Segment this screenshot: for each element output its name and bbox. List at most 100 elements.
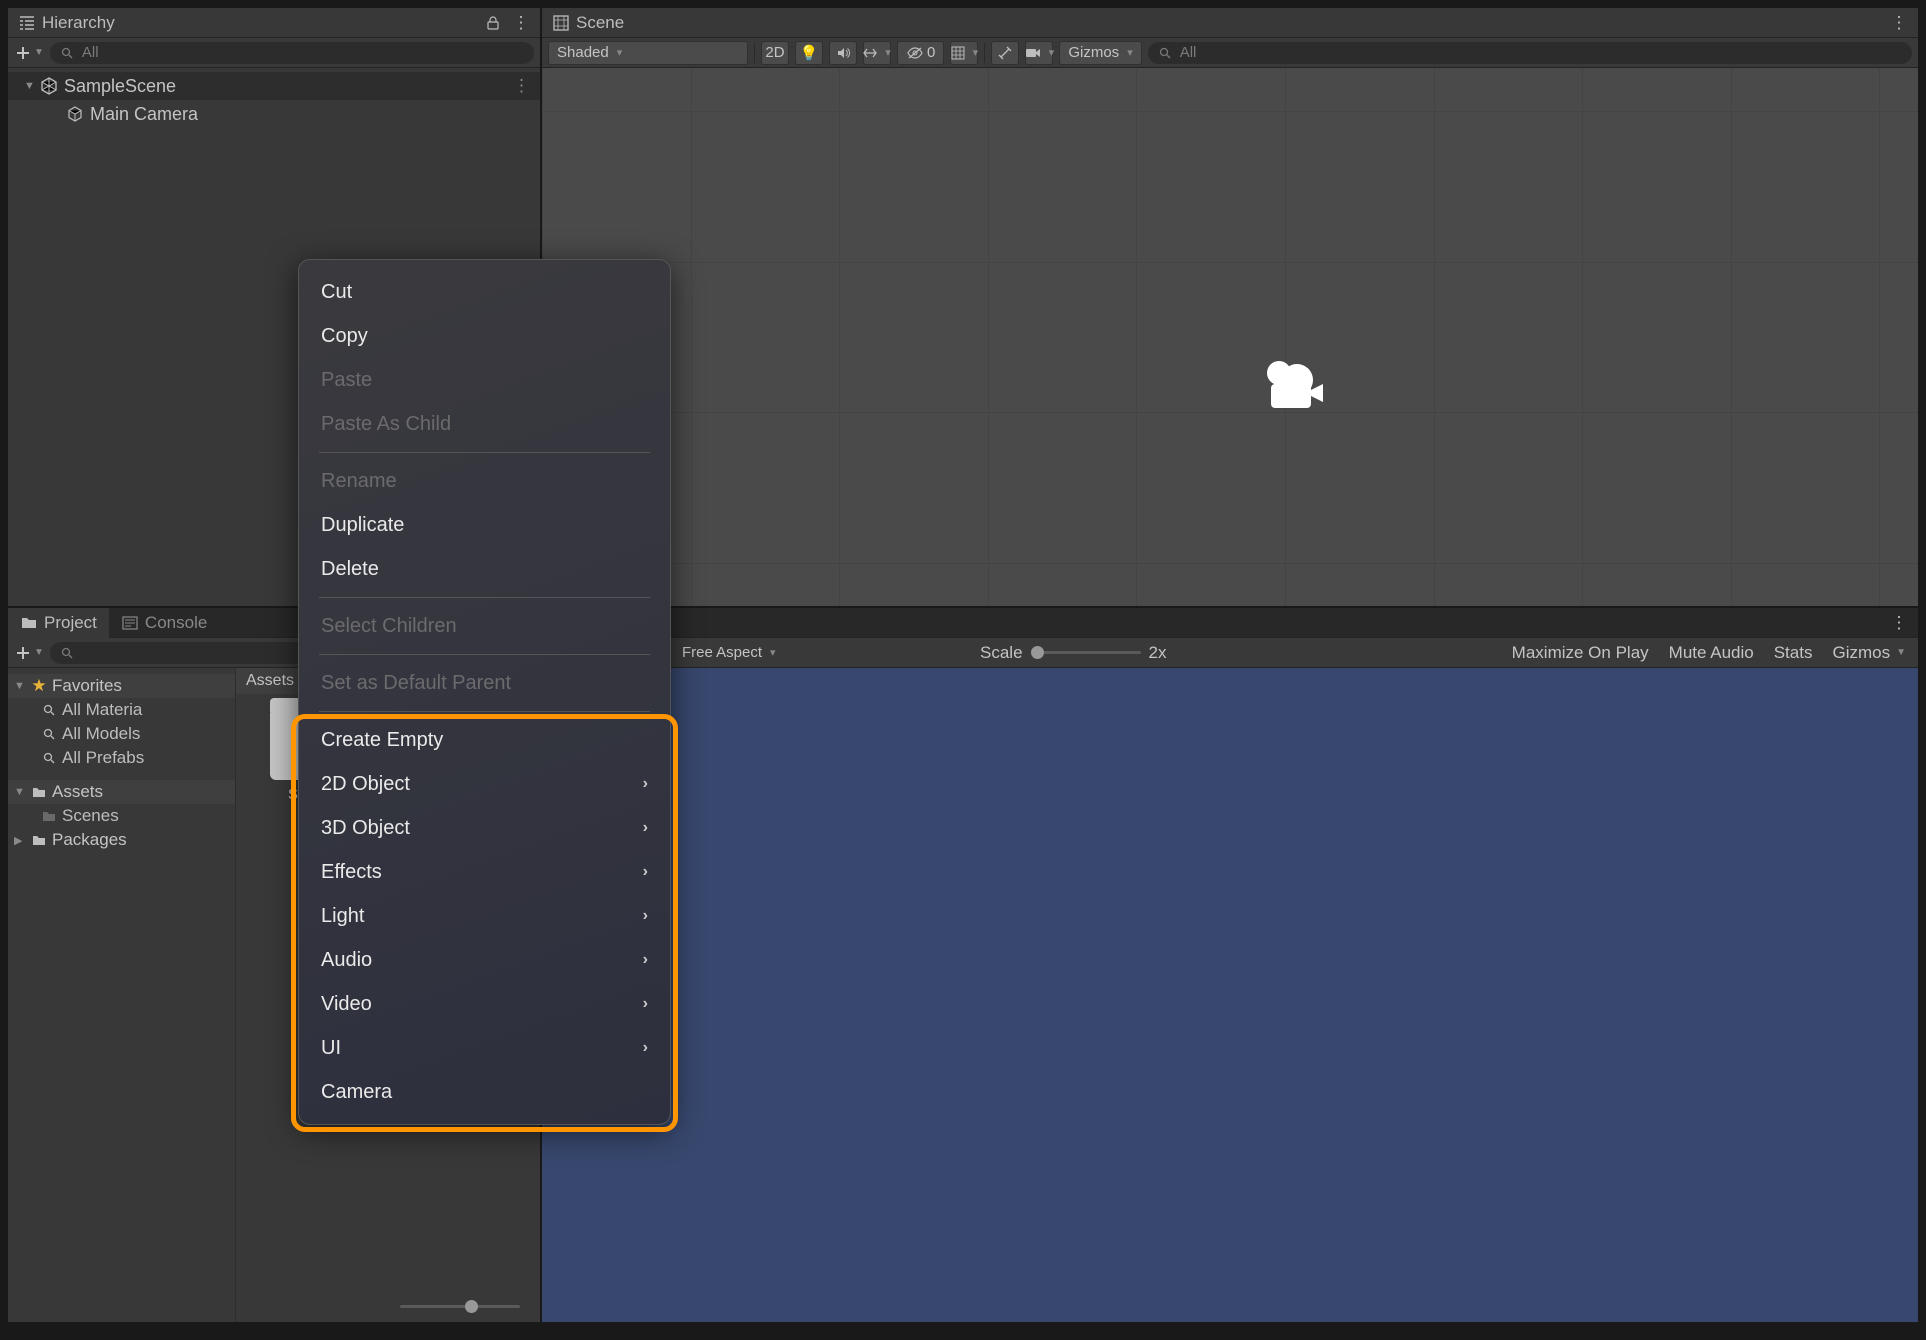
chevron-right-icon: › (643, 907, 648, 925)
expand-arrow-icon[interactable]: ▼ (24, 80, 34, 92)
tree-item-scenes[interactable]: Scenes (8, 804, 235, 828)
chevron-right-icon: › (643, 995, 648, 1013)
assets-header[interactable]: ▼ Assets (8, 780, 235, 804)
scene-icon (552, 14, 570, 32)
ctx-item-cut[interactable]: Cut (299, 270, 670, 314)
favorites-header[interactable]: ▼ ★ Favorites (8, 674, 235, 698)
chevron-right-icon: › (643, 951, 648, 969)
ctx-item-delete[interactable]: Delete (299, 547, 670, 591)
camera-gizmo-icon[interactable] (1257, 358, 1327, 413)
game-gizmos-dropdown[interactable]: Gizmos▼ (1826, 641, 1912, 665)
console-icon (121, 614, 139, 632)
search-icon (40, 701, 58, 719)
expand-arrow-icon[interactable]: ▶ (14, 834, 26, 847)
mute-audio-button[interactable]: Mute Audio (1663, 641, 1760, 665)
chevron-right-icon: › (643, 1039, 648, 1057)
menu-separator (319, 654, 650, 655)
favorite-item[interactable]: All Prefabs (8, 746, 235, 770)
effects-dropdown[interactable] (863, 41, 891, 65)
scene-viewport[interactable] (542, 68, 1918, 606)
game-viewport[interactable] (542, 668, 1918, 1322)
ctx-item-copy[interactable]: Copy (299, 314, 670, 358)
hierarchy-tab[interactable]: Hierarchy ⋮ (8, 8, 540, 38)
audio-icon (834, 44, 852, 62)
ctx-item-create-empty[interactable]: Create Empty (299, 718, 670, 762)
stats-button[interactable]: Stats (1768, 641, 1819, 665)
search-icon (58, 644, 76, 662)
aspect-dropdown[interactable]: Free Aspect (674, 641, 974, 665)
plus-icon (14, 44, 32, 62)
project-create-dropdown[interactable]: ▼ (14, 644, 44, 662)
ctx-item-audio[interactable]: Audio› (299, 938, 670, 982)
hidden-objects-button[interactable]: 0 (897, 41, 944, 65)
hierarchy-scene-row[interactable]: ▼ SampleScene ⋮ (8, 72, 540, 100)
ctx-item-effects[interactable]: Effects› (299, 850, 670, 894)
scale-slider[interactable]: Scale 2x (980, 643, 1167, 663)
ctx-item-camera[interactable]: Camera (299, 1070, 670, 1114)
search-icon (40, 749, 58, 767)
scene-2d-toggle[interactable]: 2D (761, 41, 789, 65)
folder-icon (30, 831, 48, 849)
folder-icon (30, 783, 48, 801)
search-icon (1156, 44, 1174, 62)
game-toolbar: Display 1 Free Aspect Scale 2x Maximize … (542, 638, 1918, 668)
hierarchy-icon (18, 14, 36, 32)
gizmos-dropdown[interactable]: Gizmos (1059, 41, 1141, 65)
favorite-item[interactable]: All Models (8, 722, 235, 746)
scene-search-input[interactable]: All (1148, 42, 1912, 64)
search-icon (40, 725, 58, 743)
kebab-icon[interactable]: ⋮ (1890, 614, 1908, 632)
dropdown-arrow-icon: ▼ (34, 47, 44, 58)
grid-dropdown[interactable] (950, 41, 978, 65)
tab-project[interactable]: Project (8, 608, 109, 638)
lightbulb-icon: 💡 (800, 44, 818, 62)
context-menu: CutCopyPastePaste As Child RenameDuplicat… (298, 259, 671, 1125)
chevron-right-icon: › (643, 775, 648, 793)
dropdown-arrow-icon: ▼ (1896, 647, 1906, 658)
hierarchy-item-main-camera[interactable]: Main Camera (8, 100, 540, 128)
favorite-item[interactable]: All Materia (8, 698, 235, 722)
ctx-item-rename: Rename (299, 459, 670, 503)
folder-icon (40, 807, 58, 825)
camera-settings-dropdown[interactable] (1025, 41, 1053, 65)
dropdown-arrow-icon: ▼ (34, 647, 44, 658)
folder-icon (20, 614, 38, 632)
menu-separator (319, 711, 650, 712)
audio-toggle[interactable] (829, 41, 857, 65)
expand-arrow-icon[interactable]: ▼ (14, 680, 26, 692)
ctx-item-ui[interactable]: UI› (299, 1026, 670, 1070)
hierarchy-tab-label: Hierarchy (42, 13, 115, 33)
expand-arrow-icon[interactable]: ▼ (14, 786, 26, 798)
menu-separator (319, 597, 650, 598)
kebab-icon[interactable]: ⋮ (512, 14, 530, 32)
scene-name-label: SampleScene (64, 76, 176, 97)
chevron-right-icon: › (643, 863, 648, 881)
ctx-item-video[interactable]: Video› (299, 982, 670, 1026)
tab-console[interactable]: Console (109, 608, 219, 638)
hierarchy-item-label: Main Camera (90, 104, 198, 125)
search-placeholder: All (82, 44, 99, 61)
scene-tab[interactable]: Scene ⋮ (542, 8, 1918, 38)
ctx-item-3d-object[interactable]: 3D Object› (299, 806, 670, 850)
kebab-icon[interactable]: ⋮ (513, 76, 530, 96)
ctx-item-duplicate[interactable]: Duplicate (299, 503, 670, 547)
scene-toolbar: Shaded 2D 💡 0 (542, 38, 1918, 68)
star-icon: ★ (30, 677, 48, 695)
ctx-item-paste: Paste (299, 358, 670, 402)
hierarchy-search-input[interactable]: All (50, 42, 534, 64)
tools-button[interactable] (991, 41, 1019, 65)
create-dropdown[interactable]: ▼ (14, 44, 44, 62)
shading-mode-dropdown[interactable]: Shaded (548, 41, 748, 65)
ctx-item-2d-object[interactable]: 2D Object› (299, 762, 670, 806)
packages-header[interactable]: ▶ Packages (8, 828, 235, 852)
thumbnail-size-slider[interactable] (236, 1296, 540, 1316)
maximize-on-play-button[interactable]: Maximize On Play (1506, 641, 1655, 665)
tools-icon (996, 44, 1014, 62)
lock-icon[interactable] (484, 14, 502, 32)
ctx-item-paste-as-child: Paste As Child (299, 402, 670, 446)
ctx-item-light[interactable]: Light› (299, 894, 670, 938)
search-icon (58, 44, 76, 62)
lighting-toggle[interactable]: 💡 (795, 41, 823, 65)
project-tree: ▼ ★ Favorites All Materia All Models (8, 668, 236, 1322)
kebab-icon[interactable]: ⋮ (1890, 14, 1908, 32)
